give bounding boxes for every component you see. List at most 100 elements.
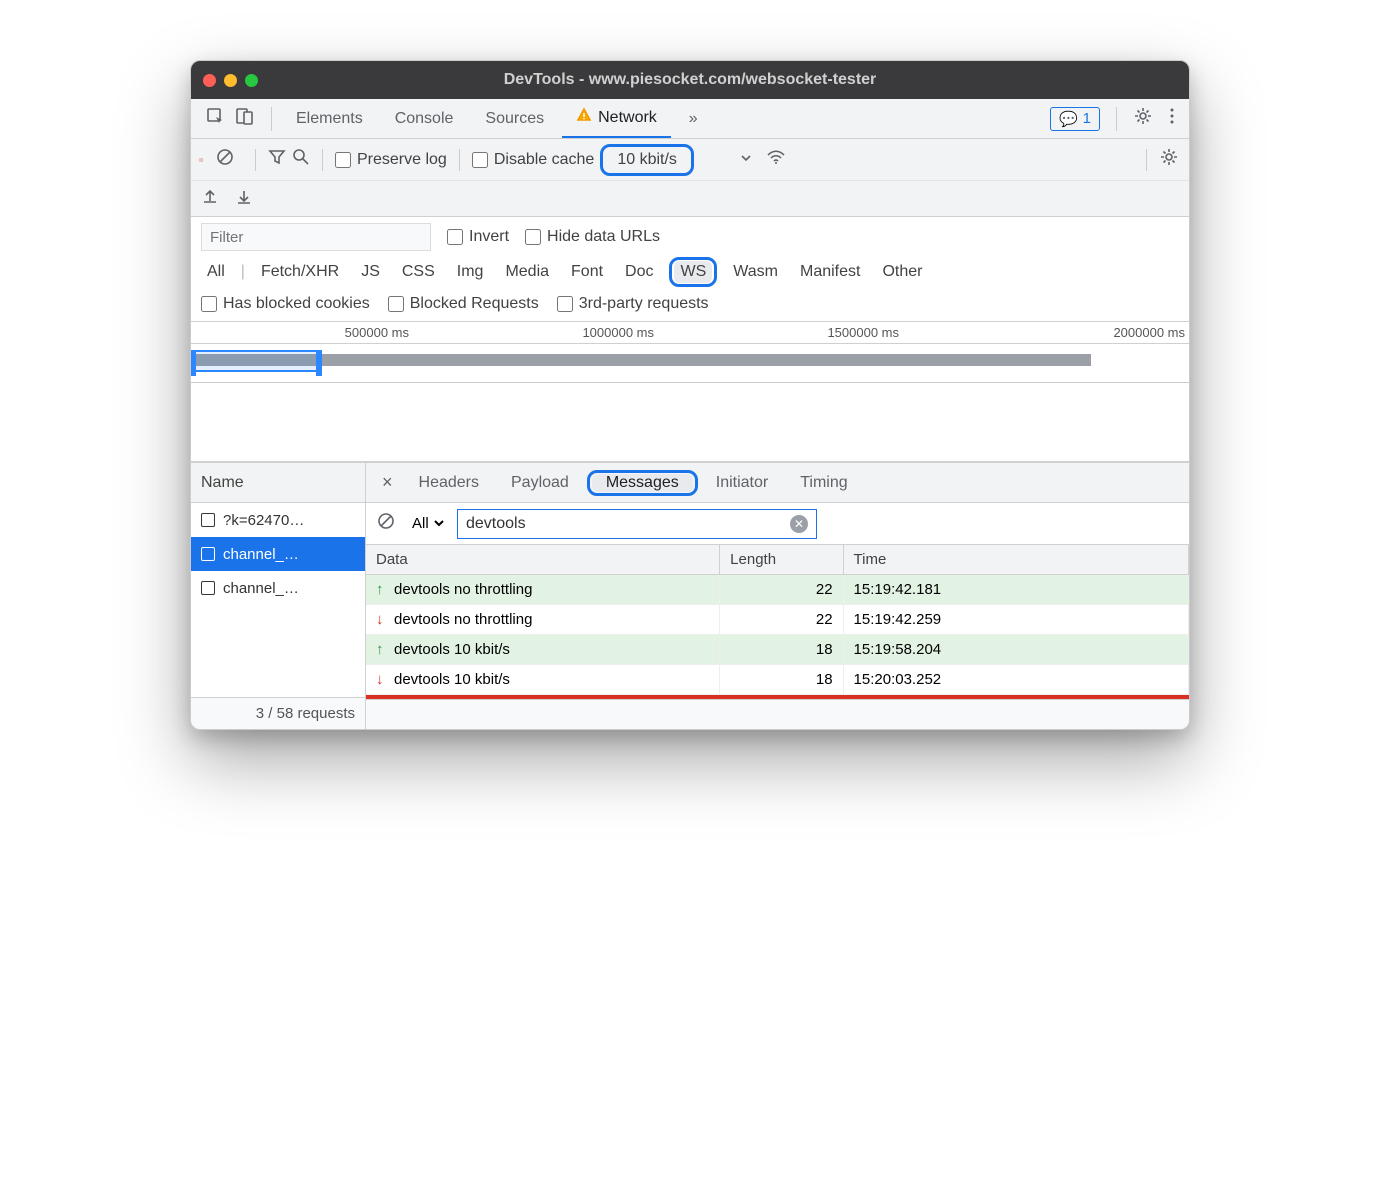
blocked-requests-checkbox[interactable]: Blocked Requests	[388, 295, 539, 313]
clear-icon[interactable]	[215, 147, 235, 172]
col-data[interactable]: Data	[366, 545, 720, 575]
filter-type-js[interactable]: JS	[355, 261, 386, 283]
filter-type-doc[interactable]: Doc	[619, 261, 659, 283]
arrow-up-icon: ↑	[376, 581, 388, 598]
maximize-window-button[interactable]	[245, 74, 258, 87]
timeline-overview[interactable]: 500000 ms 1000000 ms 1500000 ms 2000000 …	[191, 322, 1189, 462]
disable-cache-checkbox[interactable]: Disable cache	[472, 151, 595, 169]
preserve-log-input[interactable]	[335, 152, 351, 168]
third-party-checkbox[interactable]: 3rd-party requests	[557, 295, 709, 313]
detail-tab-headers[interactable]: Headers	[405, 463, 493, 502]
close-detail-icon[interactable]: ×	[374, 472, 401, 493]
requests-split: Name ?k=62470… channel_… channel_… 3 / 5…	[191, 462, 1189, 729]
detail-bottombar	[366, 699, 1189, 729]
tabs-overflow[interactable]: »	[675, 99, 712, 138]
messages-search[interactable]: devtools ✕	[457, 509, 817, 539]
websocket-icon	[201, 513, 215, 527]
warning-icon	[576, 107, 592, 128]
device-toolbar-icon[interactable]	[235, 106, 255, 131]
filter-type-fetch[interactable]: Fetch/XHR	[255, 261, 345, 283]
separator	[255, 149, 256, 171]
download-har-icon[interactable]	[235, 187, 253, 210]
filter-type-css[interactable]: CSS	[396, 261, 441, 283]
disable-cache-label: Disable cache	[494, 151, 595, 169]
filter-type-manifest[interactable]: Manifest	[794, 261, 866, 283]
filter-input[interactable]	[201, 223, 431, 251]
wifi-icon[interactable]	[766, 149, 786, 170]
col-length[interactable]: Length	[720, 545, 843, 575]
tab-console[interactable]: Console	[381, 99, 468, 138]
hide-data-urls-checkbox[interactable]: Hide data URLs	[525, 228, 660, 246]
devtools-window: DevTools - www.piesocket.com/websocket-t…	[190, 60, 1190, 730]
clear-messages-icon[interactable]	[376, 511, 396, 536]
network-toolbar: Preserve log Disable cache 10 kbit/s	[191, 139, 1189, 181]
has-blocked-cookies-checkbox[interactable]: Has blocked cookies	[201, 295, 370, 313]
message-row[interactable]: ↑devtools no throttling 22 15:19:42.181	[366, 575, 1189, 605]
kebab-menu-icon[interactable]	[1163, 106, 1181, 131]
preserve-log-checkbox[interactable]: Preserve log	[335, 151, 447, 169]
request-row[interactable]: ?k=62470…	[191, 503, 365, 537]
request-row[interactable]: channel_…	[191, 537, 365, 571]
search-icon[interactable]	[292, 148, 310, 171]
filter-type-img[interactable]: Img	[451, 261, 490, 283]
detail-tab-messages-highlight: Messages	[587, 470, 698, 496]
network-settings-gear-icon[interactable]	[1159, 147, 1179, 172]
filter-type-font[interactable]: Font	[565, 261, 609, 283]
timeline-tick: 1500000 ms	[827, 325, 899, 340]
window-title: DevTools - www.piesocket.com/websocket-t…	[191, 71, 1189, 89]
filter-type-ws[interactable]: WS	[674, 261, 712, 283]
timeline-selection[interactable]	[191, 350, 321, 372]
settings-gear-icon[interactable]	[1133, 106, 1153, 131]
separator	[271, 107, 272, 131]
request-row[interactable]: channel_…	[191, 571, 365, 605]
invert-checkbox[interactable]: Invert	[447, 228, 509, 246]
arrow-up-icon: ↑	[376, 641, 388, 658]
arrow-down-icon: ↓	[376, 611, 388, 628]
filter-type-other[interactable]: Other	[876, 261, 928, 283]
timeline-tick: 2000000 ms	[1113, 325, 1185, 340]
filter-type-wasm[interactable]: Wasm	[727, 261, 784, 283]
message-row[interactable]: ↓devtools no throttling 22 15:19:42.259	[366, 605, 1189, 635]
inspect-tools	[199, 106, 261, 131]
message-row[interactable]: ↓devtools 10 kbit/s 18 15:20:03.252	[366, 665, 1189, 695]
separator	[1116, 107, 1117, 131]
arrow-down-icon: ↓	[376, 671, 388, 688]
separator	[1146, 149, 1147, 171]
timeline-tick: 1000000 ms	[582, 325, 654, 340]
clear-search-icon[interactable]: ✕	[790, 515, 808, 533]
filter-type-all[interactable]: All	[201, 261, 231, 283]
message-row[interactable]: ↑devtools 10 kbit/s 18 15:19:58.204	[366, 635, 1189, 665]
tab-elements[interactable]: Elements	[282, 99, 377, 138]
tab-network-label: Network	[598, 109, 657, 127]
detail-tab-timing[interactable]: Timing	[786, 463, 861, 502]
tab-network[interactable]: Network	[562, 99, 671, 138]
issues-badge[interactable]: 💬 1	[1050, 107, 1100, 131]
inspect-element-icon[interactable]	[205, 106, 225, 131]
messages-filter-bar: All devtools ✕	[366, 503, 1189, 545]
close-window-button[interactable]	[203, 74, 216, 87]
dropdown-caret-icon[interactable]	[740, 151, 752, 169]
filter-type-ws-highlight: WS	[669, 257, 717, 287]
detail-tab-initiator[interactable]: Initiator	[702, 463, 782, 502]
tab-sources[interactable]: Sources	[471, 99, 558, 138]
requests-header: Name	[191, 463, 365, 503]
titlebar: DevTools - www.piesocket.com/websocket-t…	[191, 61, 1189, 99]
separator	[459, 149, 460, 171]
detail-tab-payload[interactable]: Payload	[497, 463, 583, 502]
detail-tab-messages[interactable]: Messages	[592, 474, 693, 492]
messages-search-value: devtools	[466, 515, 526, 533]
col-time[interactable]: Time	[843, 545, 1188, 575]
throttle-select-highlight[interactable]: 10 kbit/s	[600, 144, 694, 176]
minimize-window-button[interactable]	[224, 74, 237, 87]
websocket-icon	[201, 547, 215, 561]
filter-funnel-icon[interactable]	[268, 148, 286, 171]
panel-tabs: Elements Console Sources Network » 💬 1	[191, 99, 1189, 139]
filter-type-media[interactable]: Media	[499, 261, 555, 283]
network-toolbar-2	[191, 181, 1189, 217]
preserve-log-label: Preserve log	[357, 151, 447, 169]
timeline-bar	[191, 354, 1091, 366]
upload-har-icon[interactable]	[201, 187, 219, 210]
disable-cache-input[interactable]	[472, 152, 488, 168]
messages-direction-select[interactable]: All	[406, 510, 447, 537]
websocket-icon	[201, 581, 215, 595]
